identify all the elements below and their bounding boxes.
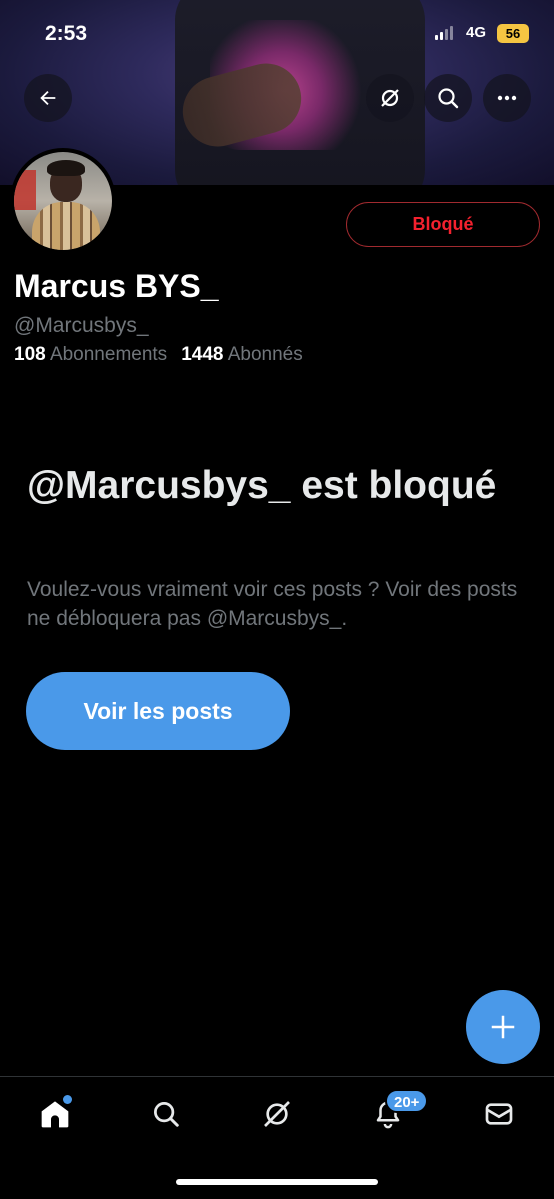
back-button[interactable] (24, 74, 72, 122)
blocked-button[interactable]: Bloqué (346, 202, 540, 247)
search-button[interactable] (424, 74, 472, 122)
grok-icon (264, 1101, 290, 1127)
followers-count: 1448 (181, 344, 224, 365)
avatar[interactable] (10, 148, 116, 254)
see-posts-button[interactable]: Voir les posts (26, 672, 290, 750)
following-link[interactable]: 108 Abonnements (14, 344, 167, 365)
tab-messages[interactable] (474, 1093, 524, 1135)
battery-icon: 56 (497, 24, 529, 43)
grok-icon (381, 89, 399, 107)
network-label: 4G (466, 24, 487, 41)
tab-search[interactable] (141, 1093, 191, 1135)
following-label: Abonnements (49, 344, 168, 365)
notifications-badge: 20+ (385, 1089, 429, 1113)
followers-label: Abonnés (227, 344, 303, 365)
search-icon (438, 88, 459, 109)
compose-button[interactable] (466, 990, 540, 1064)
blocked-description: Voulez-vous vraiment voir ces posts ? Vo… (27, 578, 518, 630)
tab-home[interactable] (30, 1093, 80, 1135)
blocked-title: @Marcusbys_ est bloqué (27, 464, 497, 507)
home-unread-dot (63, 1095, 72, 1104)
profile-handle: @Marcusbys_ (14, 314, 149, 337)
profile-name: Marcus BYS_ (14, 268, 219, 304)
tab-grok[interactable] (252, 1093, 302, 1135)
status-bar: 2:53 4G 56 (0, 0, 554, 60)
more-icon (497, 95, 517, 101)
more-button[interactable] (483, 74, 531, 122)
following-count: 108 (14, 344, 46, 365)
search-icon (154, 1102, 179, 1127)
avatar-photo (14, 152, 112, 250)
tab-notifications[interactable]: 20+ (363, 1089, 429, 1135)
signal-icon (435, 26, 453, 40)
plus-icon (491, 1015, 515, 1039)
arrow-left-icon (40, 90, 56, 106)
home-indicator (176, 1179, 378, 1185)
followers-link[interactable]: 1448 Abonnés (181, 344, 303, 365)
profile-stats: 108 Abonnements 1448 Abonnés (14, 344, 303, 366)
status-time: 2:53 (45, 22, 88, 45)
mail-icon (485, 1103, 513, 1125)
grok-button[interactable] (366, 74, 414, 122)
